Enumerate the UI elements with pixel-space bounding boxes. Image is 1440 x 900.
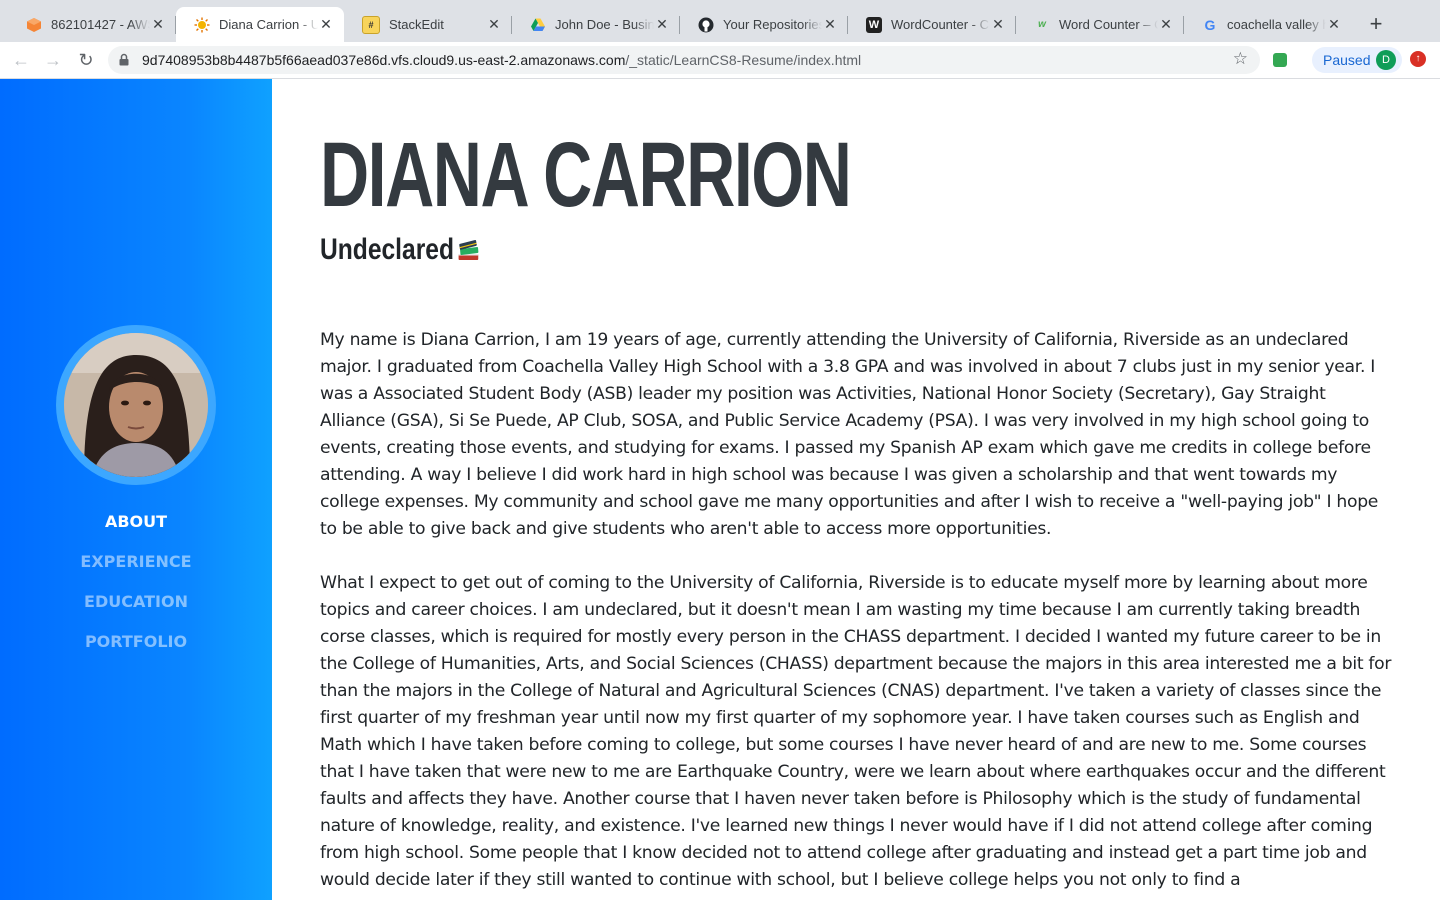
tab-wordcounter[interactable]: W WordCounter - Count Words ✕ [848, 7, 1016, 42]
aws-cube-icon [26, 17, 42, 33]
close-icon[interactable]: ✕ [1326, 16, 1342, 33]
arrow-left-icon: ← [12, 50, 30, 70]
reload-button[interactable]: ↻ [74, 48, 98, 72]
tab-aws[interactable]: 862101427 - AWS ✕ [8, 7, 176, 42]
tab-google-search[interactable]: G coachella valley high school ✕ [1184, 7, 1352, 42]
close-icon[interactable]: ✕ [150, 16, 166, 33]
tab-diana-carrion[interactable]: Diana Carrion - Undeclared ✕ [176, 7, 344, 42]
profile-status: Paused [1323, 52, 1371, 68]
close-icon[interactable]: ✕ [486, 16, 502, 33]
profile-photo [56, 325, 216, 485]
close-icon[interactable]: ✕ [1158, 16, 1174, 33]
github-icon [698, 17, 714, 33]
avatar [64, 333, 208, 477]
lock-icon [119, 53, 129, 66]
tab-title: 862101427 - AWS [51, 17, 150, 32]
books-icon [458, 239, 479, 260]
wordcounter-icon: w [1038, 19, 1046, 30]
back-button[interactable]: ← [9, 48, 33, 72]
tab-word-counter[interactable]: w Word Counter – Count ✕ [1016, 7, 1184, 42]
drive-icon [530, 17, 546, 33]
profile-button[interactable]: Paused D [1312, 47, 1402, 73]
url-path: /_static/LearnCS8-Resume/index.html [625, 52, 862, 68]
google-icon: G [1204, 16, 1216, 33]
subtitle-text: Undeclared [320, 233, 454, 266]
wordcounter-w-icon: W [866, 16, 882, 33]
profile-avatar: D [1376, 50, 1396, 70]
tab-john-doe[interactable]: John Doe - Business ✕ [512, 7, 680, 42]
sidebar: ABOUT EXPERIENCE EDUCATION PORTFOLIO [0, 79, 272, 900]
close-icon[interactable]: ✕ [318, 16, 334, 33]
tab-title: Word Counter – Count [1059, 17, 1158, 32]
address-bar[interactable]: 9d7408953b8b4487b5f66aead037e86d.vfs.clo… [108, 46, 1260, 74]
tab-title: WordCounter - Count Words [891, 17, 990, 32]
close-icon[interactable]: ✕ [990, 16, 1006, 33]
nav-portfolio[interactable]: PORTFOLIO [0, 630, 272, 670]
bookmark-star-icon[interactable]: ☆ [1233, 49, 1248, 69]
update-available-icon[interactable]: ↑ [1410, 51, 1426, 67]
sun-icon [194, 17, 210, 33]
forward-button[interactable]: → [41, 48, 65, 72]
reload-icon: ↻ [78, 50, 94, 70]
new-tab-button[interactable]: + [1364, 12, 1388, 36]
tab-title: Diana Carrion - Undeclared [219, 17, 318, 32]
arrow-right-icon: → [44, 50, 62, 70]
tab-title: coachella valley high school [1227, 17, 1326, 32]
nav-experience[interactable]: EXPERIENCE [0, 550, 272, 590]
url-text: 9d7408953b8b4487b5f66aead037e86d.vfs.clo… [142, 52, 861, 68]
nav-about[interactable]: ABOUT [0, 510, 272, 550]
tab-title: John Doe - Business [555, 17, 654, 32]
tab-your-repositories[interactable]: Your Repositories ✕ [680, 7, 848, 42]
subtitle: Undeclared [320, 233, 480, 267]
nav-education[interactable]: EDUCATION [0, 590, 272, 630]
extension-shield-icon[interactable] [1273, 53, 1287, 67]
about-paragraph-1: My name is Diana Carrion, I am 19 years … [320, 330, 1379, 539]
tab-strip: 862101427 - AWS ✕ Diana Carrion - Undecl… [0, 0, 1440, 42]
stackedit-icon: # [362, 15, 380, 34]
close-icon[interactable]: ✕ [822, 16, 838, 33]
tab-title: StackEdit [389, 17, 444, 32]
about-paragraph-2: What I expect to get out of coming to th… [320, 573, 1392, 890]
close-icon[interactable]: ✕ [654, 16, 670, 33]
browser-toolbar: ← → ↻ 9d7408953b8b4487b5f66aead037e86d.v… [0, 42, 1440, 79]
page-title: DIANA CARRION [320, 124, 852, 226]
url-host: 9d7408953b8b4487b5f66aead037e86d.vfs.clo… [142, 52, 626, 68]
section-nav: ABOUT EXPERIENCE EDUCATION PORTFOLIO [0, 510, 272, 670]
tab-stackedit[interactable]: # StackEdit ✕ [344, 7, 512, 42]
tab-title: Your Repositories [723, 17, 822, 32]
